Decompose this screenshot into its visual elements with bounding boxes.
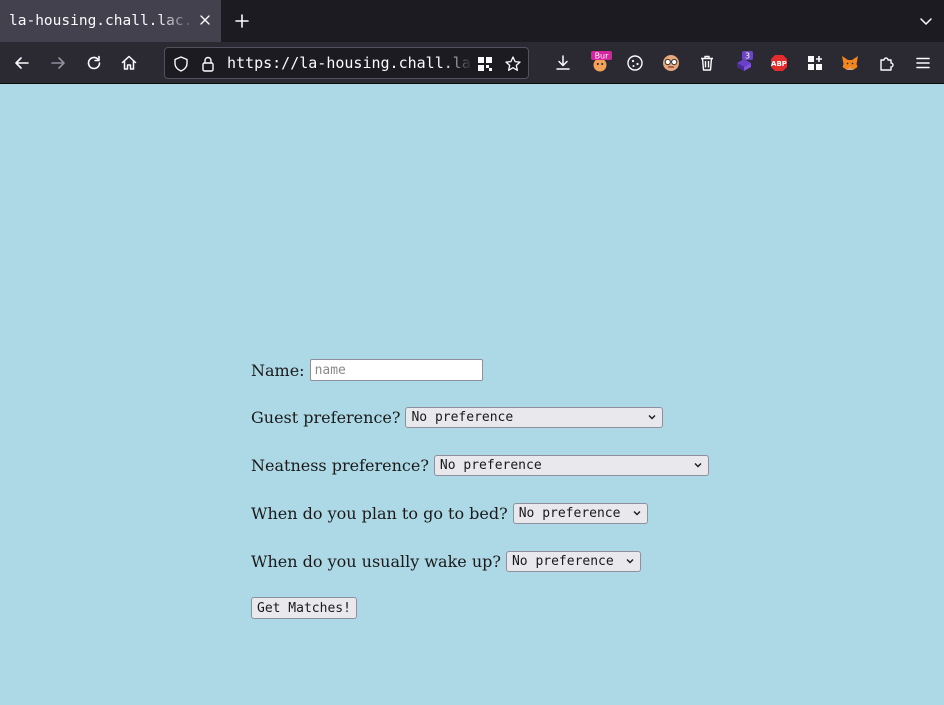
counter-badge-text: 3 — [745, 52, 750, 61]
bookmark-star-icon[interactable] — [503, 54, 523, 74]
guest-preference-select[interactable]: No preference — [405, 407, 664, 428]
guest-row: Guest preference? No preference — [251, 407, 664, 428]
chevron-down-icon — [625, 556, 635, 566]
tracking-protection-shield-icon[interactable] — [171, 54, 191, 74]
wake-row: When do you usually wake up? No preferen… — [251, 551, 641, 572]
guest-preference-value: No preference — [411, 410, 514, 425]
bedtime-select[interactable]: No preference — [512, 503, 648, 524]
chevron-down-icon — [647, 412, 657, 422]
bur-badge-text: Bur — [595, 52, 610, 61]
back-icon[interactable] — [12, 53, 32, 73]
neatness-preference-label: Neatness preference? — [251, 456, 429, 475]
chevron-down-icon — [693, 460, 703, 470]
chevron-down-icon — [632, 508, 642, 518]
bedtime-row: When do you plan to go to bed? No prefer… — [251, 503, 648, 524]
close-tab-icon[interactable] — [197, 12, 213, 28]
forward-icon[interactable] — [48, 53, 68, 73]
metamask-fox-icon[interactable] — [840, 53, 860, 73]
neatness-preference-value: No preference — [439, 458, 542, 473]
neatness-preference-select[interactable]: No preference — [433, 455, 709, 476]
burp-extension-icon[interactable]: Bur — [590, 51, 612, 73]
url-text: https://la-housing.chall.lac.tf — [227, 54, 472, 72]
qr-code-icon[interactable] — [475, 54, 495, 74]
submit-row: Get Matches! — [251, 597, 357, 619]
active-tab[interactable]: la-housing.chall.lac.tf — [0, 0, 221, 42]
counter-extension-icon[interactable]: 3 — [733, 51, 755, 73]
extensions-puzzle-icon[interactable] — [877, 53, 897, 73]
extension-glasses-icon[interactable] — [661, 53, 681, 73]
reload-icon[interactable] — [84, 53, 104, 73]
name-input[interactable] — [309, 359, 483, 381]
new-tab-icon[interactable] — [233, 12, 251, 30]
bedtime-value: No preference — [518, 506, 621, 521]
neatness-row: Neatness preference? No preference — [251, 455, 709, 476]
wake-up-value: No preference — [511, 554, 614, 569]
trash-icon[interactable] — [697, 53, 717, 73]
name-label: Name: — [251, 360, 305, 380]
apps-grid-icon[interactable] — [805, 53, 825, 73]
wake-up-label: When do you usually wake up? — [251, 552, 501, 571]
home-icon[interactable] — [119, 53, 139, 73]
list-all-tabs-icon[interactable] — [918, 13, 934, 29]
guest-preference-label: Guest preference? — [251, 408, 401, 427]
downloads-icon[interactable] — [553, 53, 573, 73]
bedtime-label: When do you plan to go to bed? — [251, 504, 508, 523]
tab-strip: la-housing.chall.lac.tf — [0, 0, 944, 42]
lock-icon[interactable] — [198, 54, 218, 74]
adblock-plus-icon[interactable]: ABP — [769, 53, 789, 73]
get-matches-button[interactable]: Get Matches! — [251, 597, 357, 619]
url-bar[interactable]: https://la-housing.chall.lac.tf — [164, 47, 529, 79]
hamburger-menu-icon[interactable] — [913, 53, 933, 73]
cookie-icon[interactable] — [625, 53, 645, 73]
tab-title: la-housing.chall.lac.tf — [9, 13, 195, 29]
wake-up-select[interactable]: No preference — [505, 551, 641, 572]
name-row: Name: — [251, 359, 483, 381]
navigation-toolbar: https://la-housing.chall.lac.tf Bur 3 A — [0, 42, 944, 84]
abp-label: ABP — [771, 60, 787, 68]
